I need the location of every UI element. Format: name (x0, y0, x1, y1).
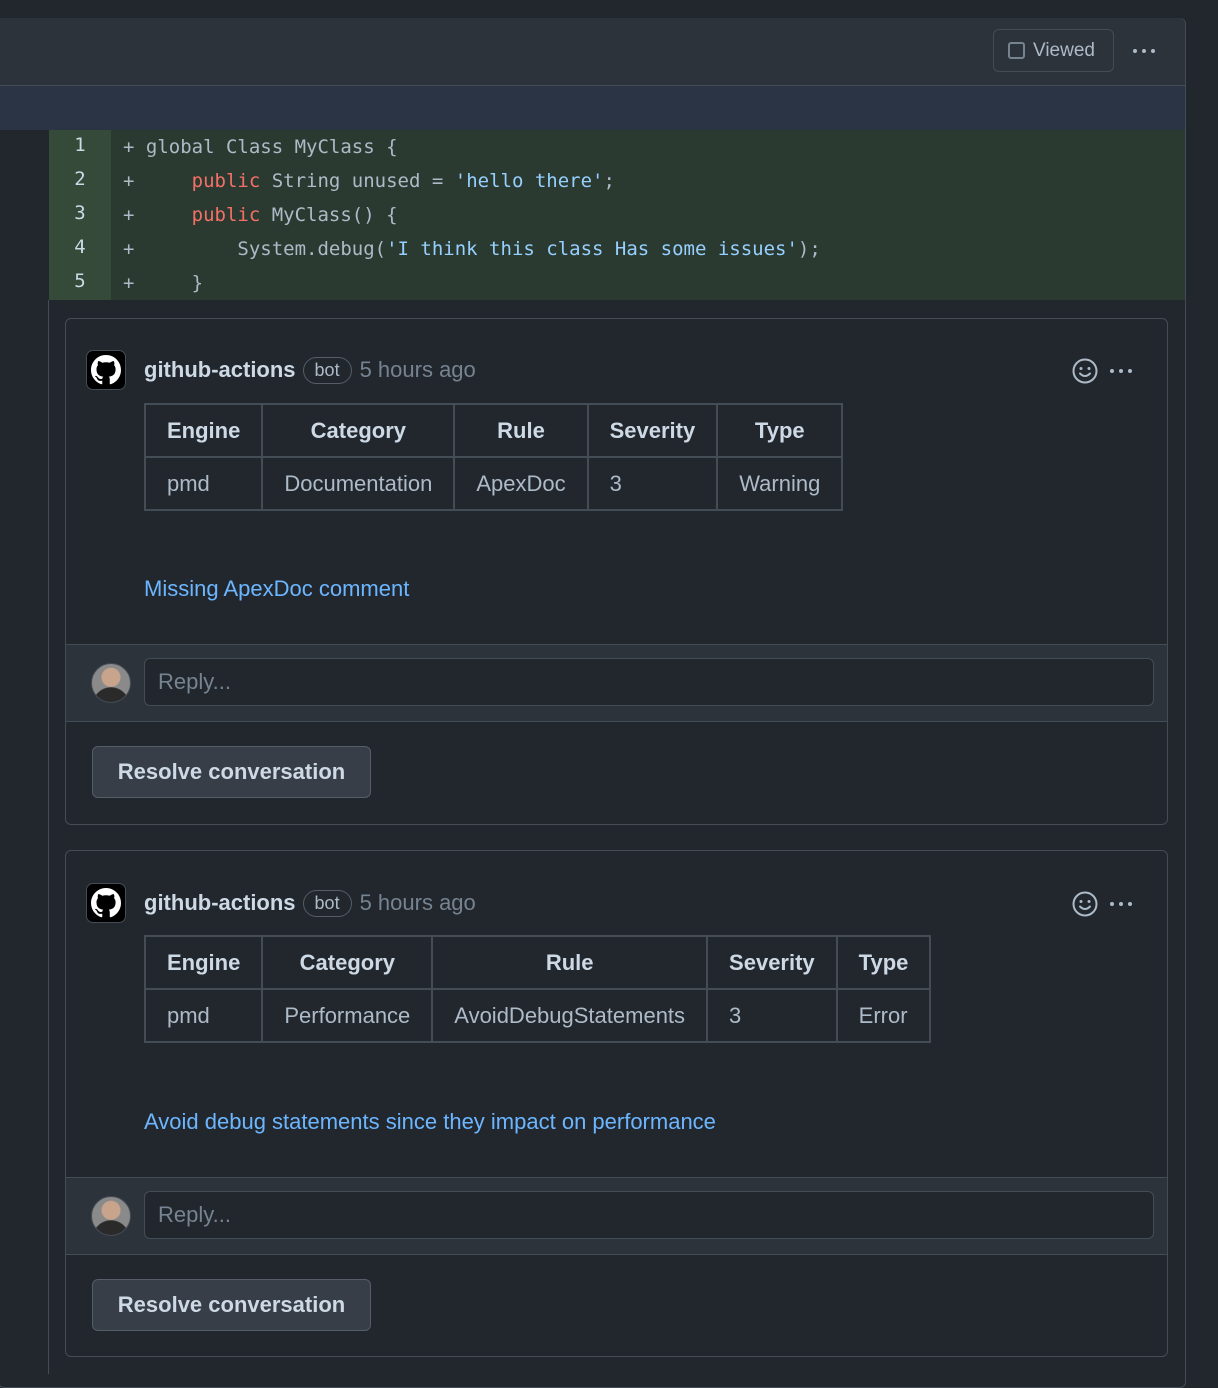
kebab-menu-icon[interactable] (1133, 49, 1155, 53)
table-header: Engine (143, 935, 264, 990)
table-cell: 3 (706, 988, 838, 1043)
comment-options-icon[interactable] (1110, 369, 1132, 373)
table-header: Rule (431, 935, 709, 990)
line-number[interactable]: 3 (49, 198, 111, 232)
comment-timestamp[interactable]: 5 hours ago (360, 890, 476, 916)
reply-area: Reply... (66, 1177, 1167, 1255)
code-line: + public MyClass() { (123, 204, 398, 226)
code-token: String unused = (260, 170, 455, 192)
resolve-conversation-button[interactable]: Resolve conversation (92, 1279, 371, 1331)
code-token: System.debug( (237, 238, 387, 260)
table-header: Category (261, 935, 434, 990)
review-thread: github-actions bot 5 hours ago Engine Ca… (65, 850, 1168, 1357)
code-token: global Class MyClass { (145, 136, 398, 158)
github-logo-icon[interactable] (86, 350, 126, 390)
viewed-label: Viewed (1033, 39, 1095, 61)
table-cell: Documentation (261, 456, 456, 511)
code-token: MyClass() { (260, 204, 398, 226)
user-avatar[interactable] (91, 1196, 131, 1236)
checkbox-icon[interactable] (1008, 42, 1025, 59)
comment-header: github-actions bot 5 hours ago (86, 883, 476, 923)
diff-code-block: 1 + global Class MyClass { 2 + public St… (49, 130, 1185, 300)
bot-badge: bot (302, 356, 352, 384)
table-cell: pmd (143, 456, 264, 511)
bot-badge: bot (302, 889, 352, 917)
code-token: ; (603, 170, 615, 192)
reply-input[interactable]: Reply... (144, 658, 1154, 706)
user-avatar[interactable] (91, 663, 131, 703)
github-logo-icon[interactable] (86, 883, 126, 923)
line-number[interactable]: 5 (49, 266, 111, 300)
add-reaction-icon[interactable] (1072, 891, 1098, 917)
diff-line[interactable]: 5 + } (49, 266, 1185, 300)
review-thread: github-actions bot 5 hours ago Engine Ca… (65, 318, 1168, 825)
line-number[interactable]: 1 (49, 130, 111, 164)
table-cell: Performance (261, 988, 434, 1043)
comment-timestamp[interactable]: 5 hours ago (360, 357, 476, 383)
code-keyword: public (191, 204, 261, 226)
comment-author[interactable]: github-actions (144, 890, 296, 916)
reply-input[interactable]: Reply... (144, 1191, 1154, 1239)
issue-table: Engine Category Rule Severity Type pmd P… (143, 935, 932, 1043)
table-cell: Error (835, 988, 932, 1043)
diff-line[interactable]: 2 + public String unused = 'hello there'… (49, 164, 1185, 198)
diff-line[interactable]: 4 + System.debug('I think this class Has… (49, 232, 1185, 266)
comment-options-icon[interactable] (1110, 902, 1132, 906)
code-keyword: public (191, 170, 261, 192)
comment-author[interactable]: github-actions (144, 357, 296, 383)
comment-header: github-actions bot 5 hours ago (86, 350, 476, 390)
code-string: 'hello there' (454, 170, 604, 192)
file-header: Viewed (0, 18, 1185, 86)
code-line: + global Class MyClass { (123, 136, 398, 158)
issue-table: Engine Category Rule Severity Type pmd D… (143, 403, 844, 511)
table-header: Type (716, 403, 844, 458)
code-line: + public String unused = 'hello there'; (123, 170, 615, 192)
table-cell: Warning (716, 456, 844, 511)
table-row: pmd Performance AvoidDebugStatements 3 E… (143, 988, 932, 1043)
hunk-header[interactable] (0, 86, 1185, 130)
table-header: Type (835, 935, 932, 990)
table-header: Severity (706, 935, 838, 990)
code-token: } (191, 272, 204, 294)
code-string: 'I think this class Has some issues' (386, 238, 798, 260)
table-header: Rule (453, 403, 589, 458)
table-cell: AvoidDebugStatements (431, 988, 709, 1043)
table-cell: ApexDoc (453, 456, 589, 511)
table-header: Category (261, 403, 456, 458)
table-header: Severity (586, 403, 719, 458)
issue-message-link[interactable]: Missing ApexDoc comment (144, 576, 409, 602)
resolve-conversation-button[interactable]: Resolve conversation (92, 746, 371, 798)
table-header: Engine (143, 403, 264, 458)
add-reaction-icon[interactable] (1072, 358, 1098, 384)
diff-line[interactable]: 1 + global Class MyClass { (49, 130, 1185, 164)
table-cell: 3 (586, 456, 719, 511)
table-header-row: Engine Category Rule Severity Type (143, 403, 844, 458)
line-number[interactable]: 2 (49, 164, 111, 198)
code-line: + } (123, 272, 204, 294)
table-row: pmd Documentation ApexDoc 3 Warning (143, 456, 844, 511)
table-header-row: Engine Category Rule Severity Type (143, 935, 932, 990)
code-token: ); (797, 238, 821, 260)
line-number[interactable]: 4 (49, 232, 111, 266)
issue-message-link[interactable]: Avoid debug statements since they impact… (144, 1109, 716, 1135)
table-cell: pmd (143, 988, 264, 1043)
code-line: + System.debug('I think this class Has s… (123, 238, 821, 260)
diff-line[interactable]: 3 + public MyClass() { (49, 198, 1185, 232)
reply-area: Reply... (66, 644, 1167, 722)
viewed-checkbox-button[interactable]: Viewed (993, 29, 1114, 72)
gutter-divider (48, 300, 49, 1374)
